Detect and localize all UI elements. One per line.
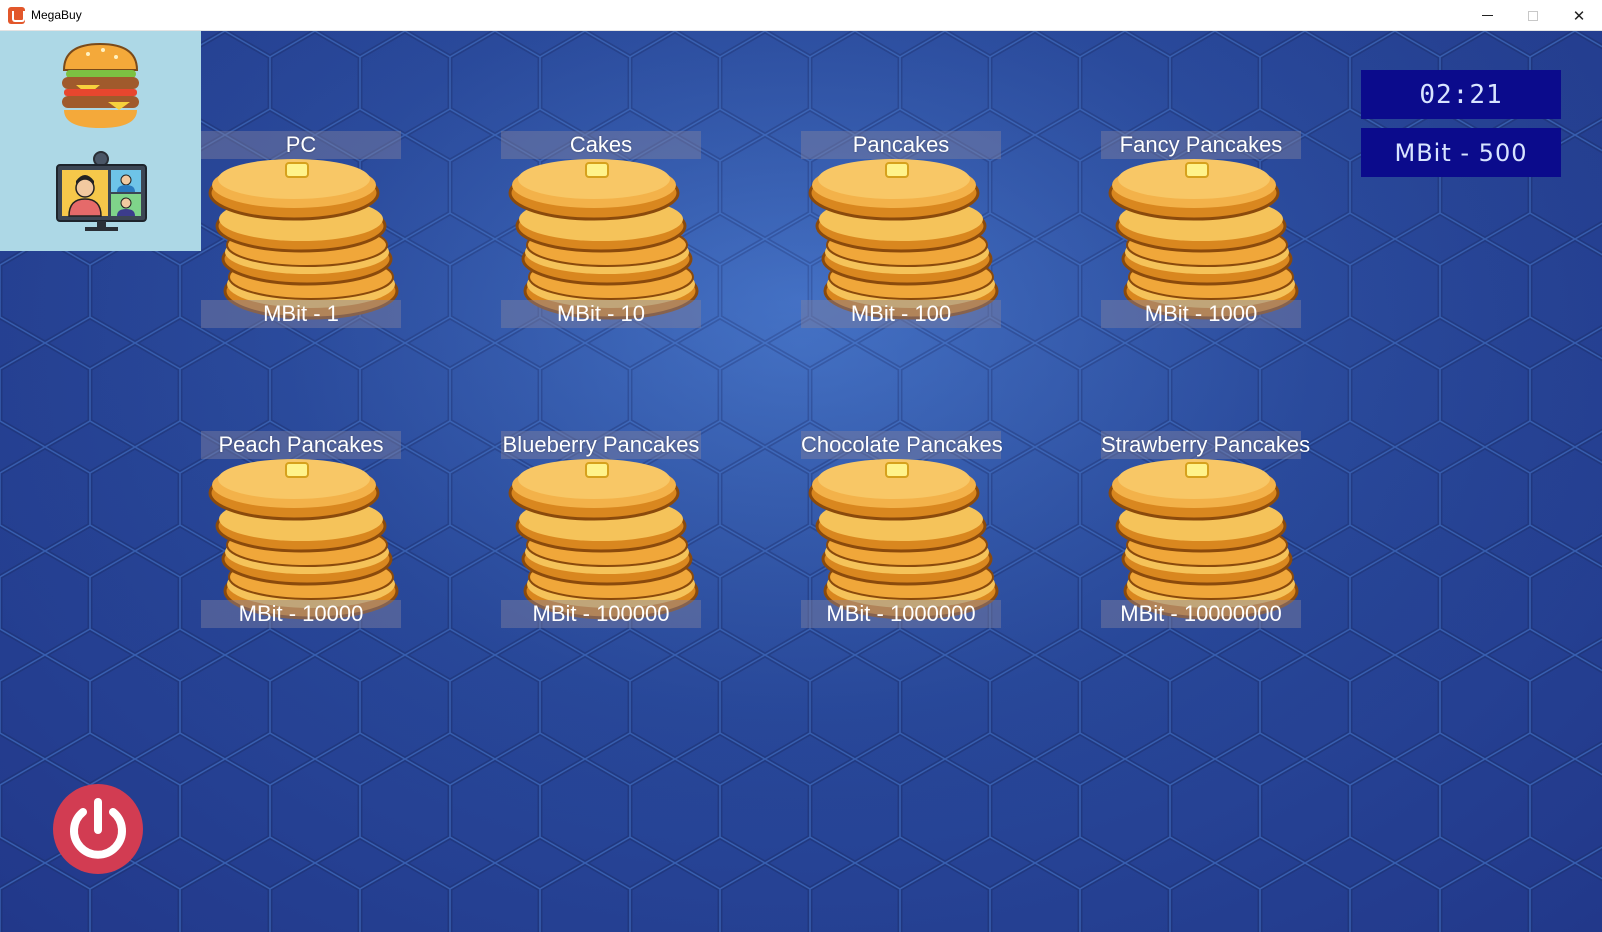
item-price: MBit - 100	[801, 300, 1001, 328]
shop-item-chocolate-pancakes[interactable]: Chocolate Pancakes MBit - 1000000	[801, 431, 1003, 631]
shop-item-strawberry-pancakes[interactable]: Strawberry Pancakes MBit - 10000000	[1101, 431, 1311, 631]
pancake-stack-icon	[208, 157, 399, 320]
shop-item-pancakes[interactable]: Pancakes MBit - 100	[801, 131, 1001, 331]
item-price: MBit - 10	[501, 300, 701, 328]
burger-icon[interactable]	[58, 40, 143, 130]
title-bar[interactable]: MegaBuy ✕	[0, 0, 1602, 31]
shop-item-blueberry-pancakes[interactable]: Blueberry Pancakes MBit - 100000	[501, 431, 701, 631]
power-button[interactable]	[53, 784, 143, 874]
pancake-stack-icon	[208, 457, 399, 620]
item-name: Strawberry Pancakes	[1101, 431, 1311, 459]
item-price: MBit - 1000000	[801, 600, 1001, 628]
item-price: MBit - 10000	[201, 600, 401, 628]
close-button[interactable]: ✕	[1556, 0, 1602, 31]
pancake-stack-icon	[1108, 457, 1299, 620]
pancake-stack-icon	[508, 157, 699, 320]
video-call-icon[interactable]	[55, 151, 148, 233]
shop-item-cakes[interactable]: Cakes MBit - 10	[501, 131, 701, 331]
pancake-stack-icon	[808, 157, 999, 320]
main-area: 02:21 MBit - 500 PC MBit - 1 Cakes MBit …	[0, 31, 1602, 932]
maximize-icon	[1528, 10, 1538, 21]
item-name: Chocolate Pancakes	[801, 431, 1003, 459]
item-price: MBit - 100000	[501, 600, 701, 628]
shop-item-peach-pancakes[interactable]: Peach Pancakes MBit - 10000	[201, 431, 401, 631]
item-name: Pancakes	[801, 131, 1001, 159]
window-title: MegaBuy	[31, 8, 82, 22]
close-icon: ✕	[1572, 6, 1586, 25]
app-logo-icon	[8, 7, 25, 24]
shop-item-fancy-pancakes[interactable]: Fancy Pancakes MBit - 1000	[1101, 131, 1301, 331]
balance-text: MBit - 500	[1394, 138, 1528, 167]
app-window: MegaBuy ✕ 02:21 MBit - 500 PC MBit - 1 C…	[0, 0, 1602, 932]
timer-text: 02:21	[1419, 79, 1503, 110]
item-name: Blueberry Pancakes	[501, 431, 701, 459]
item-name: Cakes	[501, 131, 701, 159]
item-price: MBit - 1000	[1101, 300, 1301, 328]
item-name: Peach Pancakes	[201, 431, 401, 459]
pancake-stack-icon	[808, 457, 999, 620]
item-name: PC	[201, 131, 401, 159]
power-icon	[70, 798, 126, 859]
item-name: Fancy Pancakes	[1101, 131, 1301, 159]
balance-display: MBit - 500	[1361, 128, 1561, 177]
minimize-icon	[1481, 15, 1493, 16]
pancake-stack-icon	[1108, 157, 1299, 320]
maximize-button[interactable]	[1510, 0, 1556, 31]
shop-item-pc[interactable]: PC MBit - 1	[201, 131, 401, 331]
side-panel	[0, 31, 201, 251]
timer-display: 02:21	[1361, 70, 1561, 119]
minimize-button[interactable]	[1464, 0, 1510, 31]
item-price: MBit - 10000000	[1101, 600, 1301, 628]
pancake-stack-icon	[508, 457, 699, 620]
item-price: MBit - 1	[201, 300, 401, 328]
